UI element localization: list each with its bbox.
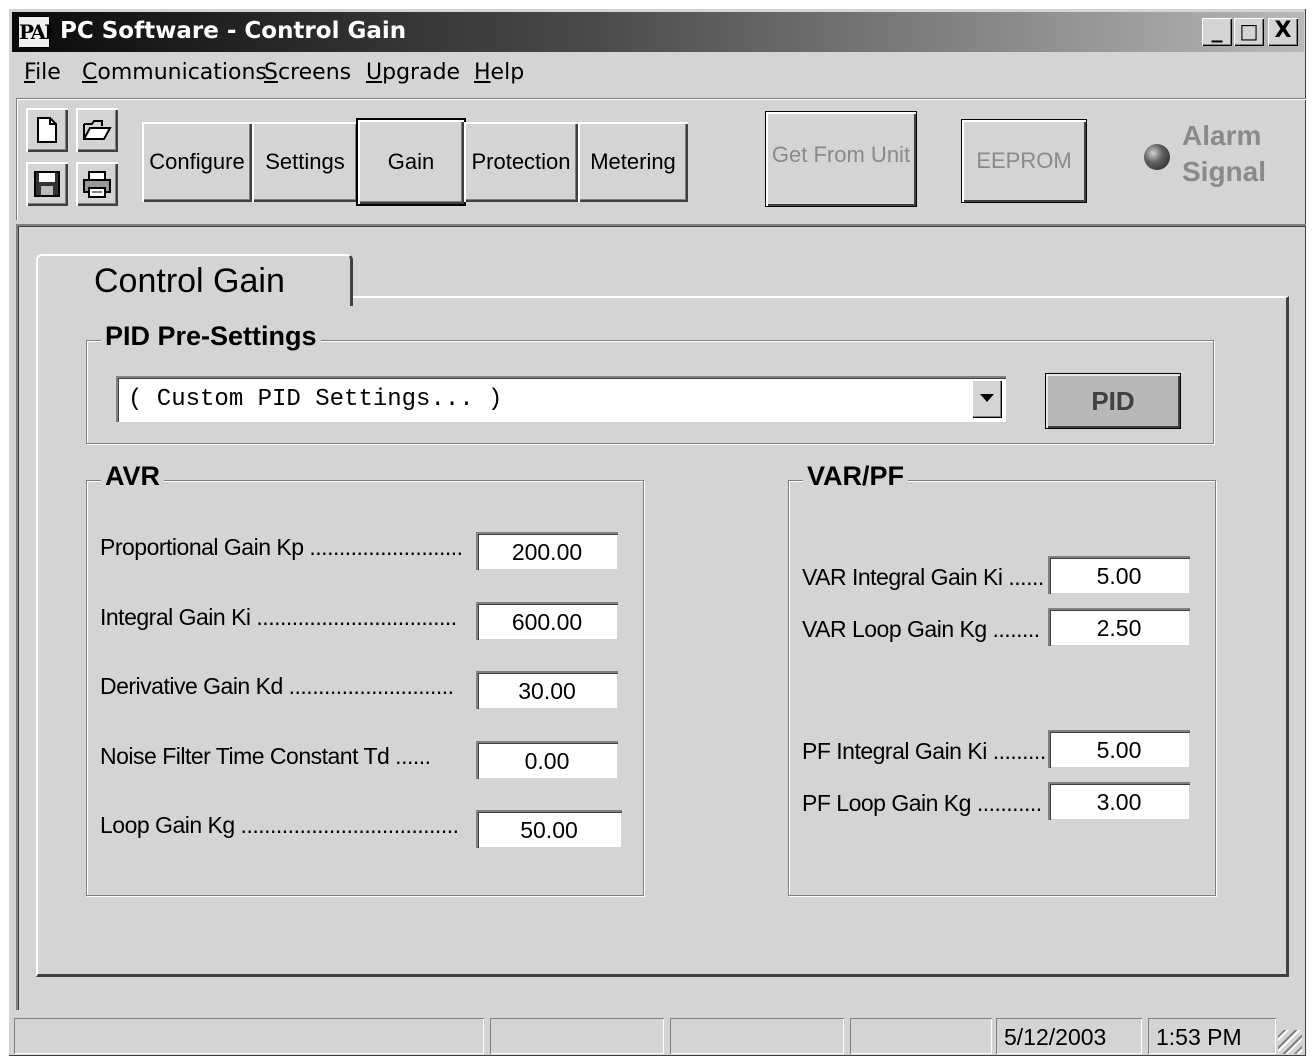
- pid-presettings-value: ( Custom PID Settings... ): [128, 386, 503, 413]
- resize-grip-icon[interactable]: [1278, 1030, 1302, 1054]
- pf-loop-gain-kg-label: PF Loop Gain Kg ...........: [802, 790, 1042, 816]
- gain-button[interactable]: Gain: [358, 120, 464, 204]
- varpf-group: VAR/PF: [788, 461, 1216, 896]
- minimize-button[interactable]: _: [1202, 18, 1232, 46]
- var-loop-gain-kg-label: VAR Loop Gain Kg ........: [802, 616, 1040, 642]
- varpf-label: VAR/PF: [803, 461, 909, 492]
- loop-gain-kg-input[interactable]: 50.00: [476, 810, 622, 848]
- get-from-unit-button[interactable]: Get From Unit: [766, 112, 916, 206]
- avr-label: AVR: [101, 461, 165, 492]
- pf-integral-gain-ki-label: PF Integral Gain Ki .........: [802, 738, 1046, 764]
- integral-gain-ki-label: Integral Gain Ki .......................…: [100, 604, 457, 630]
- menu-file[interactable]: File: [24, 60, 61, 85]
- pid-presettings-select[interactable]: ( Custom PID Settings... ): [116, 376, 1006, 422]
- menu-screens[interactable]: Screens: [264, 60, 351, 85]
- pf-integral-gain-ki-input[interactable]: 5.00: [1048, 730, 1190, 768]
- menu-screens-accelerator: S: [264, 60, 278, 85]
- status-bar: 5/12/2003 1:53 PM: [12, 1016, 1306, 1056]
- pf-loop-gain-kg-input[interactable]: 3.00: [1048, 782, 1190, 820]
- proportional-gain-kp-input[interactable]: 200.00: [476, 532, 618, 570]
- window-title: PC Software - Control Gain: [60, 18, 407, 44]
- alarm-label-line1: Alarm: [1182, 120, 1262, 151]
- derivative-gain-kd-input[interactable]: 30.00: [476, 671, 618, 709]
- open-folder-icon: [83, 120, 112, 140]
- proportional-gain-kp-label: Proportional Gain Kp ...................…: [100, 534, 463, 560]
- maximize-button[interactable]: □: [1234, 18, 1264, 46]
- chevron-down-icon: [980, 394, 994, 402]
- menu-communications-accelerator: C: [82, 60, 98, 85]
- new-file-icon: [37, 117, 57, 143]
- menu-help[interactable]: Help: [474, 60, 524, 85]
- menu-file-accelerator: F: [24, 60, 36, 85]
- title-bar[interactable]: PAI PC Software - Control Gain _ □ X: [12, 12, 1304, 52]
- noise-filter-td-input[interactable]: 0.00: [476, 741, 618, 779]
- alarm-indicator-light: [1144, 144, 1170, 170]
- status-date: 5/12/2003: [996, 1018, 1142, 1054]
- dropdown-arrow-button[interactable]: [972, 380, 1002, 418]
- menu-help-label: elp: [490, 60, 525, 85]
- close-button[interactable]: X: [1268, 18, 1298, 46]
- menu-communications-label: ommunications: [97, 60, 267, 85]
- new-file-button[interactable]: [26, 108, 68, 152]
- printer-icon: [83, 171, 111, 198]
- loop-gain-kg-label: Loop Gain Kg ...........................…: [100, 812, 459, 838]
- status-time: 1:53 PM: [1148, 1018, 1276, 1054]
- menu-upgrade-label: pgrade: [382, 60, 461, 85]
- var-integral-gain-ki-label: VAR Integral Gain Ki ......: [802, 564, 1044, 590]
- settings-button[interactable]: Settings: [252, 122, 358, 202]
- var-loop-gain-kg-input[interactable]: 2.50: [1048, 608, 1190, 646]
- menu-help-accelerator: H: [474, 60, 491, 85]
- menu-upgrade-accelerator: U: [366, 60, 383, 85]
- open-folder-button[interactable]: [76, 108, 118, 152]
- metering-button[interactable]: Metering: [578, 122, 688, 202]
- pid-button[interactable]: PID: [1046, 374, 1180, 428]
- tab-control-gain-label: Control Gain: [94, 262, 285, 300]
- status-cell-1: [14, 1018, 484, 1054]
- protection-button[interactable]: Protection: [464, 122, 578, 202]
- noise-filter-td-label: Noise Filter Time Constant Td ......: [100, 743, 431, 769]
- print-button[interactable]: [76, 162, 118, 206]
- save-disk-icon: [34, 171, 60, 197]
- menu-communications[interactable]: Communications: [82, 60, 267, 85]
- status-cell-4: [850, 1018, 992, 1054]
- eeprom-button[interactable]: EEPROM: [962, 120, 1086, 202]
- app-logo-icon: PAI: [18, 16, 53, 48]
- derivative-gain-kd-label: Derivative Gain Kd .....................…: [100, 673, 454, 699]
- menu-file-label: ile: [35, 60, 61, 85]
- menu-upgrade[interactable]: Upgrade: [366, 60, 460, 85]
- status-cell-3: [670, 1018, 844, 1054]
- var-integral-gain-ki-input[interactable]: 5.00: [1048, 556, 1190, 594]
- alarm-label-line2: Signal: [1182, 156, 1267, 187]
- menu-screens-label: creens: [277, 60, 352, 85]
- tab-control-gain[interactable]: Control Gain: [36, 254, 353, 306]
- integral-gain-ki-input[interactable]: 600.00: [476, 602, 618, 640]
- pid-presettings-label: PID Pre-Settings: [101, 321, 321, 352]
- status-cell-2: [490, 1018, 664, 1054]
- alarm-signal-label: Alarm Signal: [1182, 118, 1266, 190]
- configure-button[interactable]: Configure: [142, 122, 252, 202]
- save-button[interactable]: [26, 162, 68, 206]
